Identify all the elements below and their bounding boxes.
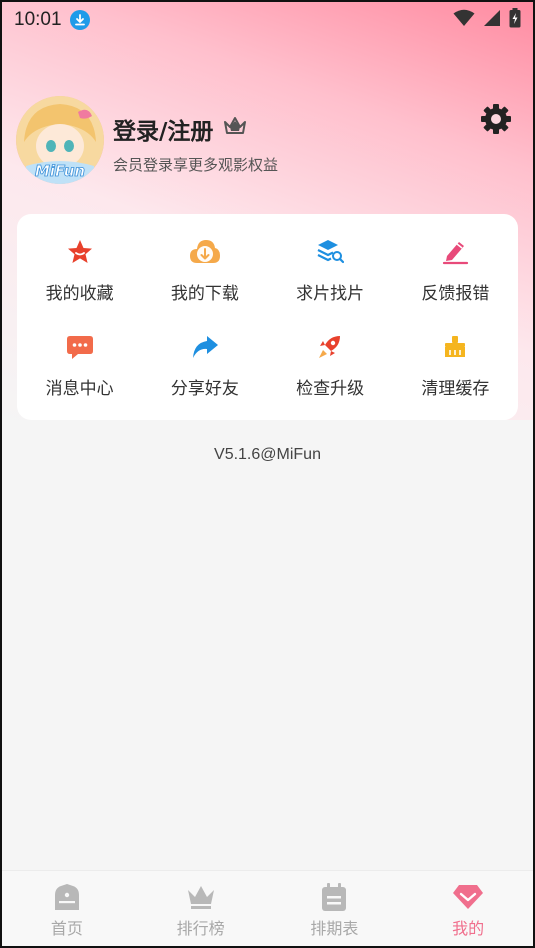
menu-card: 我的收藏 我的下载 求片找片 反馈报错 消息中心 分享好友 检查升级 清理缓存 — [17, 214, 518, 420]
share-icon — [188, 330, 222, 364]
menu-item-update[interactable]: 检查升级 — [268, 317, 393, 412]
chat-icon — [63, 330, 97, 364]
tab-label: 排期表 — [310, 918, 359, 938]
gear-icon — [481, 104, 511, 134]
menu-item-request[interactable]: 求片找片 — [268, 222, 393, 317]
tab-ranking[interactable]: 排行榜 — [134, 871, 268, 948]
layers-search-icon — [313, 235, 347, 269]
menu-label: 求片找片 — [296, 284, 365, 304]
menu-item-share[interactable]: 分享好友 — [142, 317, 267, 412]
star-icon — [63, 235, 97, 269]
tab-label: 排行榜 — [176, 918, 225, 938]
signal-icon — [483, 9, 501, 31]
settings-button[interactable] — [480, 103, 512, 135]
calendar-icon — [318, 881, 350, 913]
avatar-logo-text: MiFun — [35, 162, 85, 180]
menu-item-favorites[interactable]: 我的收藏 — [17, 222, 142, 317]
bottom-navigation: 首页 排行榜 排期表 我的 — [0, 870, 535, 948]
cloud-download-icon — [188, 235, 222, 269]
menu-item-feedback[interactable]: 反馈报错 — [393, 222, 518, 317]
tab-home[interactable]: 首页 — [0, 871, 134, 948]
crown-icon — [185, 881, 217, 913]
menu-label: 清理缓存 — [421, 379, 490, 399]
menu-label: 反馈报错 — [421, 284, 490, 304]
login-title: 登录/注册 — [113, 119, 214, 145]
menu-label: 我的下载 — [170, 284, 239, 304]
menu-item-downloads[interactable]: 我的下载 — [142, 222, 267, 317]
pencil-icon — [438, 235, 472, 269]
home-icon — [51, 881, 83, 913]
version-text: V5.1.6@MiFun — [214, 446, 321, 463]
heart-gem-icon — [452, 881, 484, 913]
menu-label: 分享好友 — [170, 379, 239, 399]
wifi-icon — [453, 9, 475, 31]
menu-item-clear-cache[interactable]: 清理缓存 — [393, 317, 518, 412]
tab-mine[interactable]: 我的 — [401, 871, 535, 948]
status-bar: 10:01 — [0, 0, 535, 40]
tab-schedule[interactable]: 排期表 — [268, 871, 402, 948]
login-register-link[interactable]: 登录/注册 — [113, 112, 247, 146]
status-time: 10:01 — [14, 9, 62, 30]
menu-item-messages[interactable]: 消息中心 — [17, 317, 142, 412]
tab-label: 我的 — [452, 918, 485, 938]
download-icon — [69, 10, 90, 30]
login-subtitle: 会员登录享更多观影权益 — [113, 156, 279, 174]
avatar[interactable]: MiFun — [16, 96, 104, 184]
rocket-icon — [313, 330, 347, 364]
menu-label: 我的收藏 — [45, 284, 114, 304]
menu-label: 消息中心 — [45, 379, 114, 399]
menu-label: 检查升级 — [296, 379, 365, 399]
broom-icon — [438, 330, 472, 364]
tab-label: 首页 — [50, 918, 83, 938]
crown-icon — [223, 116, 247, 142]
battery-charging-icon — [509, 8, 521, 32]
